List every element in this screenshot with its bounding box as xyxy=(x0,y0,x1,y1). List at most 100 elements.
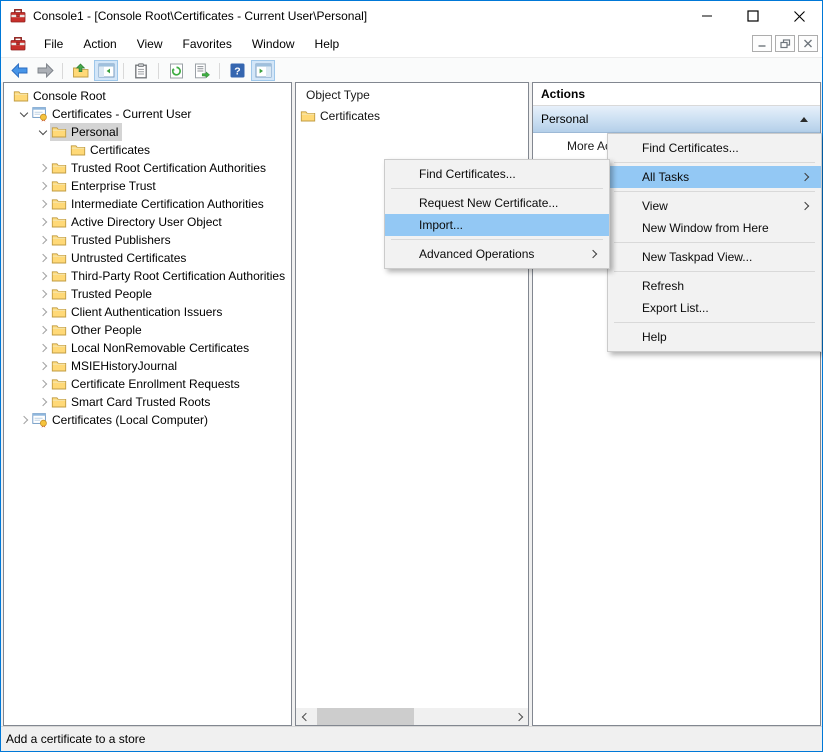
menu-item-import[interactable]: Import... xyxy=(385,214,609,236)
tree-node[interactable]: Trusted Publishers xyxy=(50,231,175,249)
tree-node[interactable]: Certificates xyxy=(69,141,154,159)
tree-node[interactable]: Untrusted Certificates xyxy=(50,249,190,267)
tree-item-msiehistoryjournal[interactable]: MSIEHistoryJournal xyxy=(4,357,291,375)
tree-item-untrusted-certificates[interactable]: Untrusted Certificates xyxy=(4,249,291,267)
help-button[interactable]: ? xyxy=(225,60,249,81)
tree-item-active-directory-user-object[interactable]: Active Directory User Object xyxy=(4,213,291,231)
tree-item-label: Other People xyxy=(71,323,142,337)
export-list-button[interactable] xyxy=(190,60,214,81)
tree-node[interactable]: Enterprise Trust xyxy=(50,177,160,195)
show-action-pane-button[interactable] xyxy=(251,60,275,81)
expander-collapsed-icon[interactable] xyxy=(36,382,50,387)
expander-collapsed-icon[interactable] xyxy=(36,184,50,189)
menu-item-view[interactable]: View xyxy=(608,195,821,217)
tree-node[interactable]: Certificate Enrollment Requests xyxy=(50,375,244,393)
expander-collapsed-icon[interactable] xyxy=(17,418,31,423)
expander-collapsed-icon[interactable] xyxy=(36,328,50,333)
menu-item-new-taskpad-view[interactable]: New Taskpad View... xyxy=(608,246,821,268)
scroll-right-button[interactable] xyxy=(511,708,528,725)
menu-item-label: Export List... xyxy=(642,301,709,315)
refresh-button[interactable] xyxy=(164,60,188,81)
properties-button[interactable] xyxy=(129,60,153,81)
tree-item-client-authentication-issuers[interactable]: Client Authentication Issuers xyxy=(4,303,291,321)
column-header-object-type[interactable]: Object Type xyxy=(296,83,528,107)
menu-item-help[interactable]: Help xyxy=(608,326,821,348)
tree-item-third-party-root-certification-authorities[interactable]: Third-Party Root Certification Authoriti… xyxy=(4,267,291,285)
actions-section-personal[interactable]: Personal xyxy=(533,106,820,133)
tree-node[interactable]: Intermediate Certification Authorities xyxy=(50,195,268,213)
expander-collapsed-icon[interactable] xyxy=(36,256,50,261)
menu-item-export-list[interactable]: Export List... xyxy=(608,297,821,319)
tree-node[interactable]: Other People xyxy=(50,321,146,339)
minimize-button[interactable] xyxy=(684,1,730,31)
up-one-level-icon xyxy=(72,63,89,79)
tree-item-trusted-people[interactable]: Trusted People xyxy=(4,285,291,303)
expander-collapsed-icon[interactable] xyxy=(36,400,50,405)
tree-node[interactable]: Personal xyxy=(50,123,122,141)
menu-item-refresh[interactable]: Refresh xyxy=(608,275,821,297)
expander-collapsed-icon[interactable] xyxy=(36,364,50,369)
tree-node[interactable]: Certificates (Local Computer) xyxy=(31,411,212,429)
horizontal-scrollbar[interactable] xyxy=(296,708,528,725)
scroll-left-button[interactable] xyxy=(296,708,313,725)
menu-item-new-window-from-here[interactable]: New Window from Here xyxy=(608,217,821,239)
up-one-level-button[interactable] xyxy=(68,60,92,81)
tree-item-personal[interactable]: Personal xyxy=(4,123,291,141)
tree-node[interactable]: Console Root xyxy=(12,87,110,105)
menu-item-all-tasks[interactable]: All Tasks xyxy=(608,166,821,188)
tree-node[interactable]: Local NonRemovable Certificates xyxy=(50,339,253,357)
expander-collapsed-icon[interactable] xyxy=(36,292,50,297)
tree-item-certificate-enrollment-requests[interactable]: Certificate Enrollment Requests xyxy=(4,375,291,393)
expander-collapsed-icon[interactable] xyxy=(36,166,50,171)
tree-item-enterprise-trust[interactable]: Enterprise Trust xyxy=(4,177,291,195)
expander-collapsed-icon[interactable] xyxy=(36,238,50,243)
tree-item-smart-card-trusted-roots[interactable]: Smart Card Trusted Roots xyxy=(4,393,291,411)
tree-item-trusted-publishers[interactable]: Trusted Publishers xyxy=(4,231,291,249)
tree-item-trusted-root-certification-authorities[interactable]: Trusted Root Certification Authorities xyxy=(4,159,291,177)
menu-favorites[interactable]: Favorites xyxy=(173,32,242,56)
tree-node[interactable]: Third-Party Root Certification Authoriti… xyxy=(50,267,289,285)
tree-item-intermediate-certification-authorities[interactable]: Intermediate Certification Authorities xyxy=(4,195,291,213)
tree-item-local-nonremovable-certificates[interactable]: Local NonRemovable Certificates xyxy=(4,339,291,357)
tree-node[interactable]: Client Authentication Issuers xyxy=(50,303,226,321)
expander-collapsed-icon[interactable] xyxy=(36,202,50,207)
show-console-tree-button[interactable] xyxy=(94,60,118,81)
list-item-certificates[interactable]: Certificates xyxy=(296,107,528,125)
tree-item-certificates-local-computer-[interactable]: Certificates (Local Computer) xyxy=(4,411,291,429)
menu-item-find-certificates[interactable]: Find Certificates... xyxy=(608,137,821,159)
menu-item-advanced-operations[interactable]: Advanced Operations xyxy=(385,243,609,265)
scrollbar-thumb[interactable] xyxy=(317,708,414,725)
expander-collapsed-icon[interactable] xyxy=(36,310,50,315)
expander-collapsed-icon[interactable] xyxy=(36,274,50,279)
menu-view[interactable]: View xyxy=(127,32,173,56)
back-arrow-icon xyxy=(11,63,28,78)
menu-action[interactable]: Action xyxy=(73,32,126,56)
menu-help[interactable]: Help xyxy=(305,32,350,56)
expander-expanded-icon[interactable] xyxy=(17,113,31,116)
tree-node[interactable]: Trusted Root Certification Authorities xyxy=(50,159,270,177)
expander-collapsed-icon[interactable] xyxy=(36,220,50,225)
child-close-button[interactable] xyxy=(798,35,818,52)
expander-collapsed-icon[interactable] xyxy=(36,346,50,351)
tree-node[interactable]: MSIEHistoryJournal xyxy=(50,357,181,375)
menu-item-request-new-certificate[interactable]: Request New Certificate... xyxy=(385,192,609,214)
tree-item-certificates[interactable]: Certificates xyxy=(4,141,291,159)
menu-file[interactable]: File xyxy=(34,32,73,56)
child-restore-button[interactable] xyxy=(775,35,795,52)
forward-arrow-button[interactable] xyxy=(33,60,57,81)
menu-window[interactable]: Window xyxy=(242,32,305,56)
tree-node[interactable]: Trusted People xyxy=(50,285,156,303)
tree-item-certificates-current-user[interactable]: Certificates - Current User xyxy=(4,105,291,123)
collapse-arrow-icon[interactable] xyxy=(800,117,808,122)
tree-node[interactable]: Smart Card Trusted Roots xyxy=(50,393,214,411)
expander-expanded-icon[interactable] xyxy=(36,131,50,134)
tree-node[interactable]: Certificates - Current User xyxy=(31,105,195,123)
tree-item-other-people[interactable]: Other People xyxy=(4,321,291,339)
child-minimize-button[interactable] xyxy=(752,35,772,52)
maximize-button[interactable] xyxy=(730,1,776,31)
back-arrow-button[interactable] xyxy=(7,60,31,81)
menu-item-find-certificates[interactable]: Find Certificates... xyxy=(385,163,609,185)
tree-item-console-root[interactable]: Console Root xyxy=(4,87,291,105)
close-button[interactable] xyxy=(776,1,822,31)
tree-node[interactable]: Active Directory User Object xyxy=(50,213,226,231)
